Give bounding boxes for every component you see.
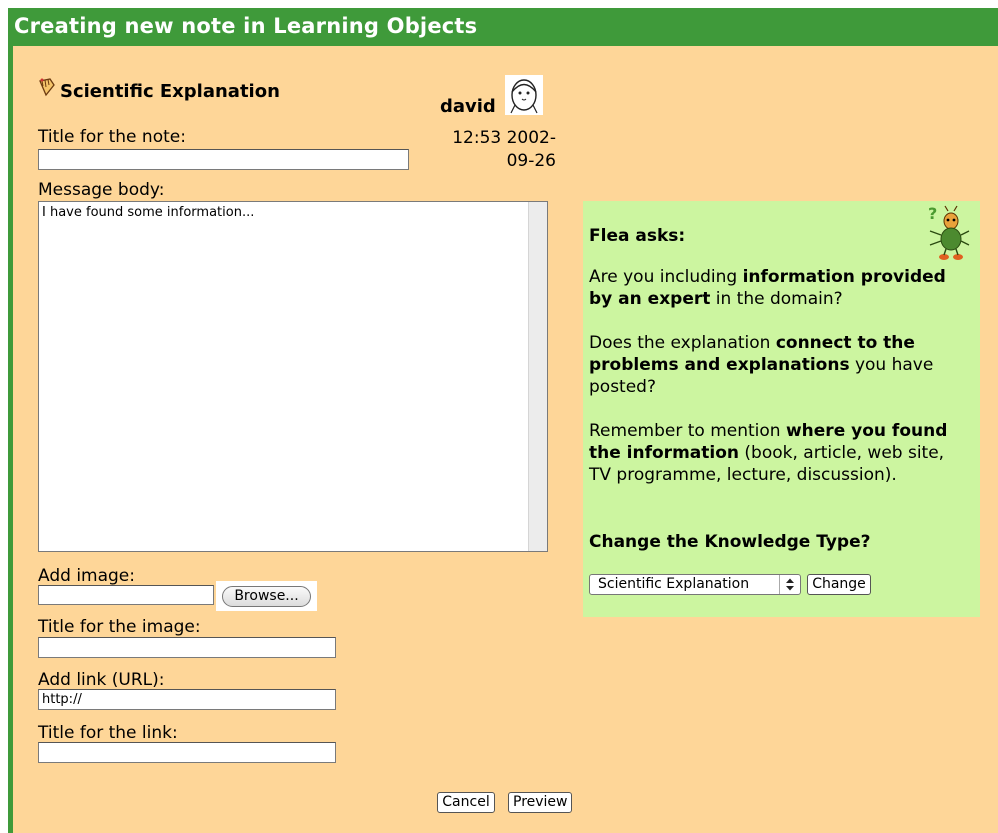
link-title-input[interactable]	[38, 742, 336, 763]
flea-q1-text: Are you including	[589, 267, 743, 287]
select-arrow-icon	[779, 575, 794, 594]
knowledge-type-icon	[39, 78, 55, 97]
svg-text:?: ?	[928, 205, 937, 223]
flea-question-connect: Does the explanation connect to the prob…	[589, 332, 969, 398]
flea-help-panel: Flea asks: Are you including information…	[583, 201, 980, 617]
message-body-scrollbar[interactable]	[528, 202, 547, 551]
window-title: Creating new note in Learning Objects	[14, 14, 478, 38]
image-file-input[interactable]	[38, 585, 214, 605]
flea-heading: Flea asks:	[589, 226, 686, 246]
browse-button[interactable]: Browse...	[222, 586, 311, 607]
link-url-input[interactable]	[38, 689, 336, 710]
note-datetime: 12:53 2002-09-26	[452, 128, 556, 171]
add-link-label: Add link (URL):	[38, 670, 165, 690]
message-body-label: Message body:	[38, 180, 165, 200]
flea-reminder-source: Remember to mention where you found the …	[589, 420, 964, 486]
browse-wrapper: Browse...	[216, 581, 317, 611]
add-image-label: Add image:	[38, 566, 135, 586]
image-title-input[interactable]	[38, 637, 336, 658]
window-titlebar: Creating new note in Learning Objects	[8, 8, 998, 46]
change-knowledge-type-heading: Change the Knowledge Type?	[589, 532, 871, 552]
cancel-button[interactable]: Cancel	[437, 792, 495, 813]
note-title-label: Title for the note:	[38, 127, 186, 147]
author-name: david	[440, 96, 496, 117]
link-title-label: Title for the link:	[38, 723, 178, 743]
app-window: Creating new note in Learning Objects Sc…	[0, 0, 998, 833]
user-avatar-icon	[505, 75, 543, 115]
knowledge-type-select-value: Scientific Explanation	[598, 576, 750, 592]
preview-button[interactable]: Preview	[508, 792, 572, 813]
knowledge-type-select[interactable]: Scientific Explanation	[589, 574, 801, 595]
message-body-text: I have found some information...	[42, 205, 255, 220]
change-type-button[interactable]: Change	[807, 574, 871, 595]
image-title-label: Title for the image:	[38, 617, 201, 637]
message-body-textarea[interactable]: I have found some information...	[38, 201, 548, 552]
note-title-input[interactable]	[38, 149, 409, 170]
flea-question-expert: Are you including information provided b…	[589, 266, 969, 310]
flea-q3-text: Remember to mention	[589, 421, 786, 441]
knowledge-type-title: Scientific Explanation	[60, 81, 280, 102]
flea-icon: ?	[928, 205, 970, 260]
flea-q1-text-end: in the domain?	[710, 289, 843, 309]
flea-q2-text: Does the explanation	[589, 333, 776, 353]
